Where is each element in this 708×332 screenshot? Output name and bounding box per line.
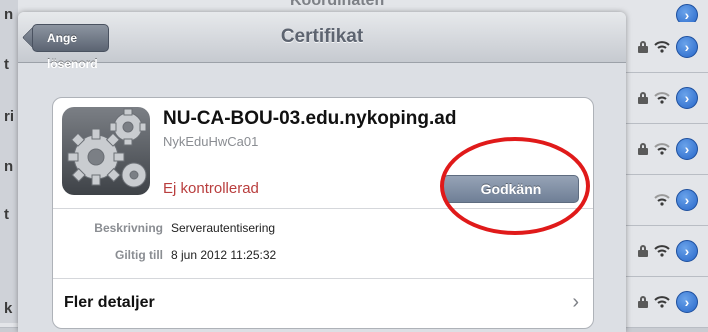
- detail-disclosure-icon[interactable]: ›: [676, 87, 698, 109]
- wifi-icon: [654, 194, 670, 206]
- chevron-right-icon: ›: [572, 291, 579, 313]
- background-left-edge: n t ri n t k: [0, 0, 18, 323]
- back-button[interactable]: Ange lösenord: [32, 24, 109, 71]
- wifi-icon: [654, 296, 670, 308]
- description-label: Beskrivning: [94, 221, 163, 235]
- certificate-issuer: NykEduHwCa01: [163, 134, 259, 149]
- background-header-title: Koordinaten: [290, 0, 385, 9]
- detail-disclosure-icon[interactable]: ›: [676, 240, 698, 262]
- certificate-name: NU-CA-BOU-03.edu.nykoping.ad: [163, 108, 457, 129]
- gear-icon: [62, 107, 150, 195]
- detail-disclosure-icon[interactable]: ›: [676, 138, 698, 160]
- wifi-icon: [654, 245, 670, 257]
- wifi-icon: [654, 143, 670, 155]
- verification-status: Ej kontrollerad: [163, 180, 259, 197]
- background-text: n: [4, 6, 14, 23]
- background-text: t: [4, 56, 9, 73]
- more-details-label: Fler detaljer: [64, 294, 155, 311]
- lock-icon: [638, 92, 648, 104]
- valid-until-row: Giltig till 8 jun 2012 11:25:32: [53, 248, 593, 268]
- lock-icon: [638, 296, 648, 308]
- page-title: Certifikat: [280, 26, 364, 47]
- valid-until-label: Giltig till: [115, 248, 163, 262]
- more-details-row[interactable]: Fler detaljer ›: [53, 278, 593, 329]
- detail-disclosure-icon[interactable]: ›: [676, 189, 698, 211]
- lock-icon: [638, 245, 648, 257]
- navigation-bar: Ange lösenord Certifikat: [18, 12, 626, 71]
- wifi-icon: [654, 41, 670, 53]
- annotation-ellipse: [440, 137, 590, 235]
- background-text: ri: [4, 108, 15, 125]
- background-text: k: [4, 300, 13, 317]
- lock-icon: [638, 143, 648, 155]
- wifi-icon: [654, 92, 670, 104]
- background-text: n: [4, 158, 14, 175]
- lock-icon: [638, 41, 648, 53]
- background-text: t: [4, 206, 9, 223]
- description-value: Serverautentisering: [171, 221, 276, 235]
- detail-disclosure-icon[interactable]: ›: [676, 291, 698, 313]
- valid-until-value: 8 jun 2012 11:25:32: [171, 248, 277, 262]
- detail-disclosure-icon[interactable]: ›: [676, 36, 698, 58]
